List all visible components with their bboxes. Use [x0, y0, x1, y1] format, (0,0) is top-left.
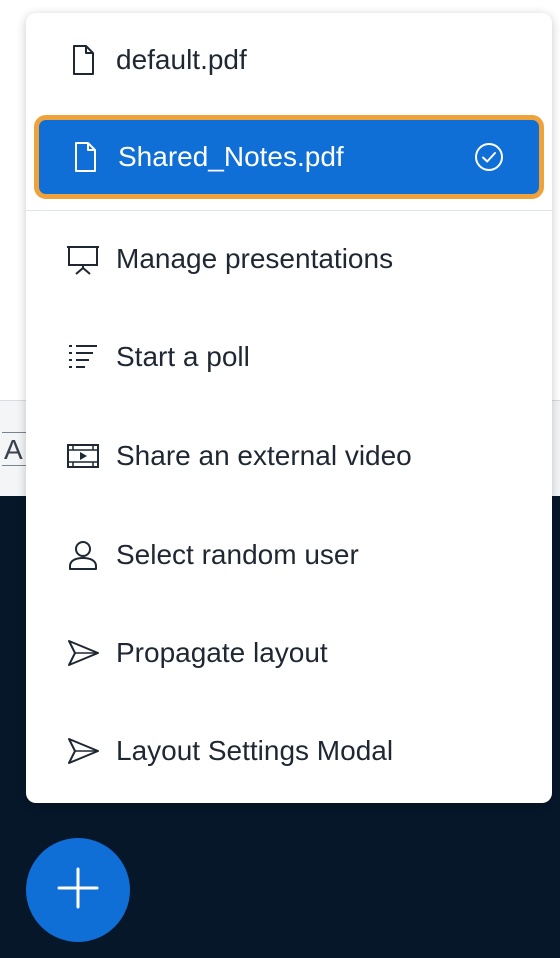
menu-item-label: Share an external video — [116, 440, 412, 471]
actions-plus-button[interactable] — [26, 838, 130, 942]
menu-item-label: Select random user — [116, 539, 359, 570]
actions-dropdown-menu: default.pdf Shared_Notes.pdf Manage pres… — [26, 13, 552, 803]
menu-item-start-poll[interactable]: Start a poll — [26, 310, 552, 404]
file-icon — [66, 43, 100, 77]
menu-item-default-pdf[interactable]: default.pdf — [26, 13, 552, 107]
menu-item-propagate-layout[interactable]: Propagate layout — [26, 606, 552, 700]
menu-item-label: Propagate layout — [116, 637, 328, 668]
video-icon — [66, 439, 100, 473]
menu-item-manage-presentations[interactable]: Manage presentations — [26, 212, 552, 306]
menu-item-label: default.pdf — [116, 44, 247, 75]
menu-item-label: Manage presentations — [116, 243, 394, 274]
menu-item-shared-notes-pdf[interactable]: Shared_Notes.pdf — [34, 115, 544, 199]
poll-list-icon — [66, 340, 100, 374]
menu-item-label: Layout Settings Modal — [116, 735, 394, 766]
menu-item-label: Start a poll — [116, 341, 250, 372]
send-icon — [66, 636, 100, 670]
plus-icon — [56, 866, 100, 915]
menu-item-share-external-video[interactable]: Share an external video — [26, 409, 552, 503]
menu-item-label: Shared_Notes.pdf — [118, 141, 344, 172]
menu-item-select-random-user[interactable]: Select random user — [26, 508, 552, 602]
menu-item-layout-settings-modal[interactable]: Layout Settings Modal — [26, 704, 552, 798]
file-icon — [68, 140, 102, 174]
check-circle-icon — [473, 141, 505, 173]
menu-divider — [26, 210, 552, 211]
presentation-icon — [66, 242, 100, 276]
user-icon — [66, 538, 100, 572]
send-icon — [66, 734, 100, 768]
